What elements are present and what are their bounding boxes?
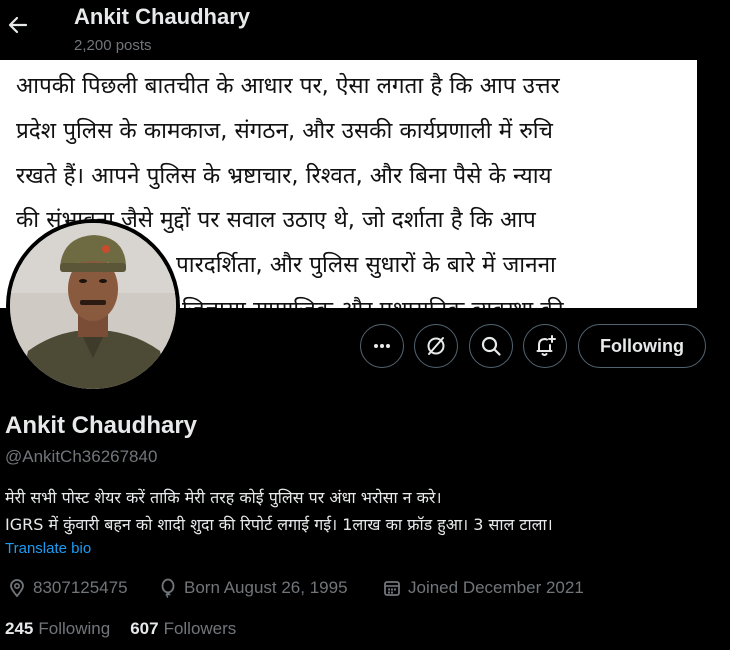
back-arrow-icon[interactable] [6,13,30,37]
notification-plus-icon [536,335,556,356]
phone-item: 8307125475 [7,576,128,600]
grok-button[interactable] [414,324,458,368]
top-bar: Ankit Chaudhary 2,200 posts [0,0,730,60]
header-post-count: 2,200 posts [74,37,152,54]
notifications-button[interactable] [523,324,567,368]
location-icon [10,579,24,598]
joined-item: Joined December 2021 [382,576,584,600]
following-label: Following [38,619,111,638]
banner-line: रखते हैं। आपने पुलिस के भ्रष्टाचार, रिश्… [16,162,552,189]
birthday-item: Born August 26, 1995 [158,576,348,600]
search-button[interactable] [469,324,513,368]
bio-line: IGRS में कुंवारी बहन को शादी शुदा की रिप… [5,515,553,534]
grok-icon [427,337,445,355]
profile-name: Ankit Chaudhary [5,412,198,439]
banner-line: प्रदेश पुलिस के कामकाज, संगठन, और उसकी क… [16,117,553,144]
avatar-frame[interactable] [6,219,180,393]
search-icon [481,336,501,356]
banner-line: आपकी पिछली बातचीत के आधार पर, ऐसा लगता ह… [16,73,560,99]
bio-line: मेरी सभी पोस्ट शेयर करें ताकि मेरी तरह क… [5,488,442,507]
profile-bio: मेरी सभी पोस्ट शेयर करें ताकि मेरी तरह क… [5,484,725,538]
followers-count-link[interactable]: 607 Followers [130,619,236,639]
following-count-link[interactable]: 245 Following [5,619,110,639]
following-count: 245 [5,619,34,638]
follow-counts: 245 Following 607 Followers [5,619,256,639]
followers-label: Followers [163,619,237,638]
calendar-icon [384,581,400,596]
more-options-button[interactable] [360,324,404,368]
phone-text: 8307125475 [33,578,128,597]
more-icon [374,344,390,348]
translate-bio-link[interactable]: Translate bio [5,540,91,557]
followers-count: 607 [130,619,159,638]
header-name: Ankit Chaudhary [74,4,251,29]
avatar [10,223,176,389]
birthday-text: Born August 26, 1995 [184,578,348,597]
following-button[interactable]: Following [578,324,706,368]
profile-handle: @AnkitCh36267840 [5,447,158,466]
joined-text: Joined December 2021 [408,578,584,597]
balloon-icon [161,578,175,598]
